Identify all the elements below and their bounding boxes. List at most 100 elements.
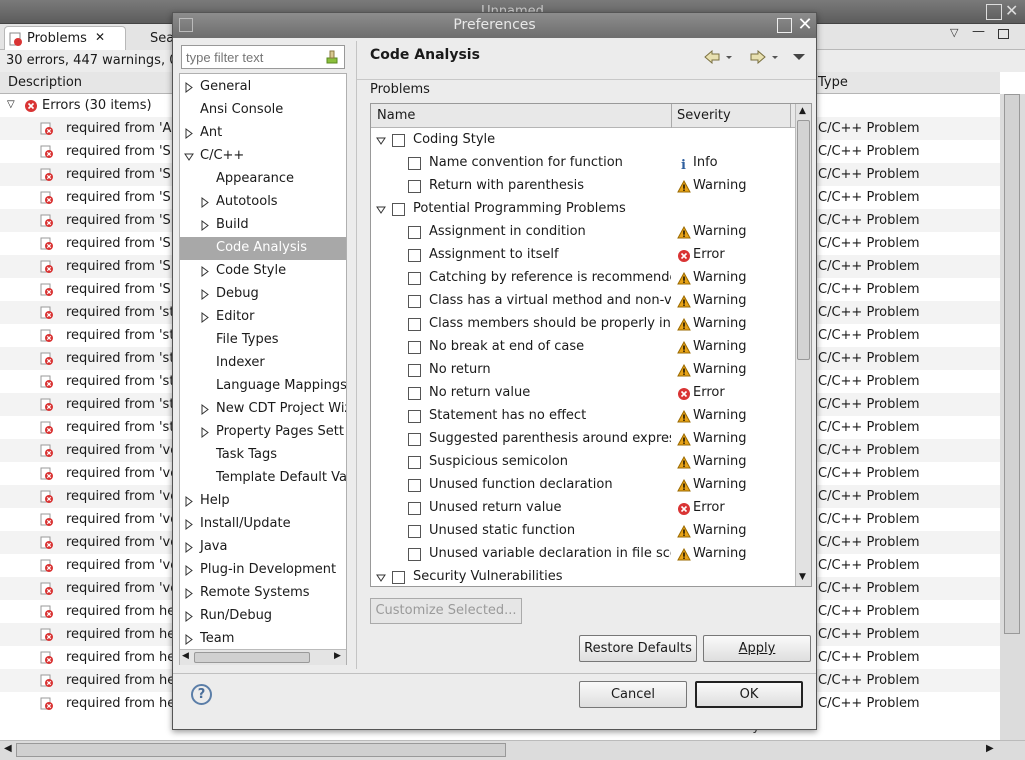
problem-item-row[interactable]: Class has a virtual method and non-vi War… (371, 290, 795, 313)
expand-down-icon[interactable] (184, 151, 194, 162)
expand-right-icon[interactable] (200, 220, 210, 231)
problem-item-row[interactable]: Suspicious semicolon Warning (371, 451, 795, 474)
severity-value[interactable]: Warning (693, 293, 746, 308)
expand-right-icon[interactable] (200, 289, 210, 300)
expand-right-icon[interactable] (184, 519, 194, 530)
problem-checkbox[interactable] (408, 479, 421, 492)
expand-right-icon[interactable] (184, 496, 194, 507)
help-icon[interactable]: ? (191, 684, 212, 705)
tree-item[interactable]: Autotools (180, 191, 346, 214)
severity-value[interactable]: Warning (693, 477, 746, 492)
column-divider-end[interactable] (790, 104, 791, 128)
tree-item[interactable]: Help (180, 490, 346, 513)
problems-config-scroll-thumb[interactable] (797, 120, 810, 360)
scroll-down-icon[interactable]: ▼ (799, 572, 806, 582)
problem-item-row[interactable]: Unused variable declaration in file sco W… (371, 543, 795, 566)
tree-scroll-left-icon[interactable]: ◀ (182, 651, 189, 661)
tree-item[interactable]: Code Style (180, 260, 346, 283)
tree-item[interactable]: Install/Update (180, 513, 346, 536)
expand-right-icon[interactable] (184, 82, 194, 93)
expand-right-icon[interactable] (184, 542, 194, 553)
scroll-left-icon[interactable]: ◀ (4, 743, 12, 754)
expand-right-icon[interactable] (184, 565, 194, 576)
tree-hscroll-thumb[interactable] (194, 652, 310, 663)
severity-value[interactable]: Error (693, 500, 725, 515)
problem-item-row[interactable]: No return Warning (371, 359, 795, 382)
problem-item-row[interactable]: No return value Error (371, 382, 795, 405)
tab-close-icon[interactable]: ✕ (95, 30, 105, 44)
problems-vertical-scrollbar[interactable] (1000, 94, 1025, 740)
severity-value[interactable]: Warning (693, 454, 746, 469)
category-checkbox[interactable] (392, 134, 405, 147)
severity-value[interactable]: Warning (693, 316, 746, 331)
problem-checkbox[interactable] (408, 272, 421, 285)
severity-value[interactable]: Error (693, 385, 725, 400)
tree-item[interactable]: Debug (180, 283, 346, 306)
expand-down-icon[interactable]: ▽ (7, 99, 15, 110)
problem-checkbox[interactable] (408, 249, 421, 262)
dialog-maximize-icon[interactable] (777, 18, 792, 33)
view-menu-icon[interactable]: ▽ (950, 26, 958, 39)
expand-right-icon[interactable] (200, 427, 210, 438)
expand-down-icon[interactable] (376, 573, 386, 586)
expand-right-icon[interactable] (200, 266, 210, 277)
expand-right-icon[interactable] (184, 634, 194, 645)
minimize-icon[interactable]: — (972, 24, 985, 39)
tree-item[interactable]: Editor (180, 306, 346, 329)
clear-filter-icon[interactable] (324, 49, 340, 65)
apply-button[interactable]: Apply (703, 635, 811, 662)
problem-checkbox[interactable] (408, 341, 421, 354)
tree-item[interactable]: Ansi Console (180, 99, 346, 122)
close-icon[interactable]: ✕ (1005, 1, 1018, 20)
problem-checkbox[interactable] (408, 433, 421, 446)
severity-value[interactable]: Warning (693, 546, 746, 561)
tree-scroll-right-icon[interactable]: ▶ (334, 651, 341, 661)
tree-item[interactable]: C/C++ (180, 145, 346, 168)
severity-value[interactable]: Warning (693, 270, 746, 285)
problem-item-row[interactable]: Name convention for function i Info (371, 152, 795, 175)
problem-checkbox[interactable] (408, 387, 421, 400)
problem-item-row[interactable]: Unused return value Error (371, 497, 795, 520)
tree-item[interactable]: Language Mappings (180, 375, 346, 398)
severity-value[interactable]: Warning (693, 339, 746, 354)
expand-right-icon[interactable] (184, 588, 194, 599)
customize-selected-button[interactable]: Customize Selected... (370, 598, 522, 624)
severity-value[interactable]: Warning (693, 523, 746, 538)
dialog-close-icon[interactable]: ✕ (795, 15, 815, 35)
restore-defaults-button[interactable]: Restore Defaults (579, 635, 697, 662)
tree-item[interactable]: New CDT Project Wiz (180, 398, 346, 421)
tree-item[interactable]: Team (180, 628, 346, 651)
problem-item-row[interactable]: Unused static function Warning (371, 520, 795, 543)
tree-item[interactable]: File Types (180, 329, 346, 352)
problem-item-row[interactable]: Assignment to itself Error (371, 244, 795, 267)
category-checkbox[interactable] (392, 203, 405, 216)
severity-value[interactable]: Error (693, 247, 725, 262)
column-type[interactable]: Type (818, 75, 848, 90)
maximize-icon[interactable] (986, 4, 1002, 20)
tree-horizontal-scrollbar[interactable]: ◀ ▶ (180, 649, 346, 665)
severity-value[interactable]: Warning (693, 362, 746, 377)
column-severity[interactable]: Severity (677, 108, 731, 123)
category-checkbox[interactable] (392, 571, 405, 584)
problem-item-row[interactable]: Catching by reference is recommende Warni… (371, 267, 795, 290)
problem-checkbox[interactable] (408, 525, 421, 538)
scroll-thumb[interactable] (1004, 94, 1020, 634)
tab-problems[interactable]: Problems ✕ (4, 26, 126, 51)
problem-item-row[interactable]: Statement has no effect Warning (371, 405, 795, 428)
problem-checkbox[interactable] (408, 502, 421, 515)
problem-checkbox[interactable] (408, 364, 421, 377)
tree-item[interactable]: General (180, 76, 346, 99)
expand-right-icon[interactable] (200, 312, 210, 323)
problems-horizontal-scrollbar[interactable]: ◀ ▶ (0, 740, 1025, 760)
problem-category-row[interactable]: Potential Programming Problems (371, 198, 795, 221)
expand-right-icon[interactable] (184, 128, 194, 139)
severity-value[interactable]: Warning (693, 224, 746, 239)
problem-checkbox[interactable] (408, 295, 421, 308)
back-arrow-icon[interactable] (703, 50, 733, 64)
scroll-up-icon[interactable]: ▲ (799, 106, 806, 116)
expand-right-icon[interactable] (200, 197, 210, 208)
view-menu-chevron-icon[interactable] (793, 53, 805, 61)
column-divider[interactable] (671, 104, 672, 128)
problem-checkbox[interactable] (408, 226, 421, 239)
tree-item[interactable]: Appearance (180, 168, 346, 191)
